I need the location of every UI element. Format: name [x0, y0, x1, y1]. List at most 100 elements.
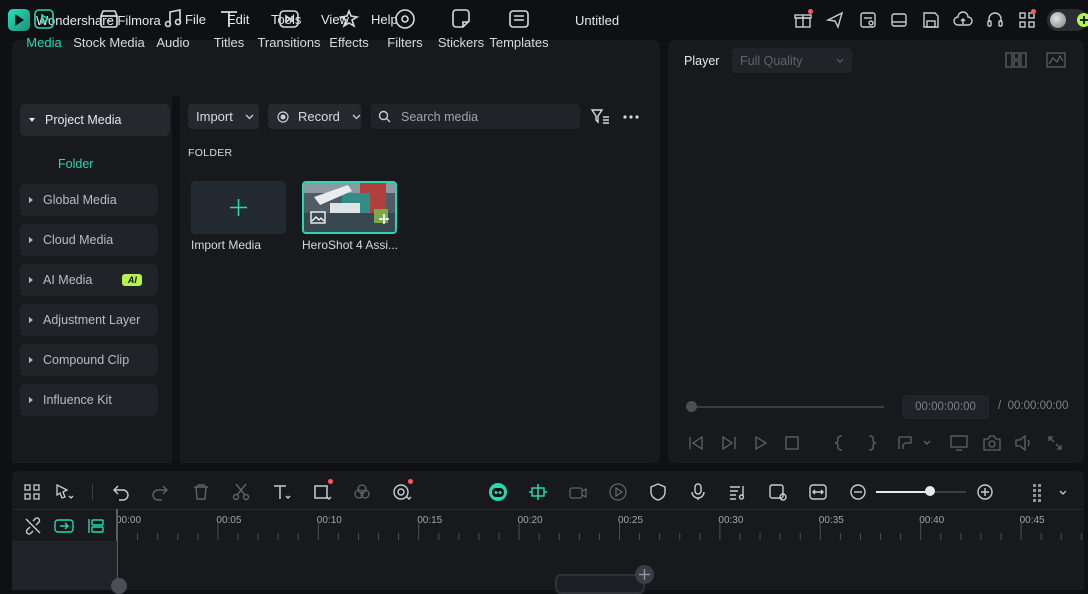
effects-sparkle-icon — [338, 8, 360, 28]
zoom-in-icon[interactable] — [975, 482, 995, 502]
audio-mixer-icon[interactable] — [728, 482, 748, 502]
tab-transitions[interactable]: Transitions — [257, 6, 321, 54]
auto-ripple-icon[interactable] — [528, 482, 548, 502]
chevron-down-icon — [245, 114, 254, 119]
chevron-down-icon — [352, 114, 361, 119]
prev-frame-icon[interactable] — [688, 436, 704, 450]
tab-stickers[interactable]: Stickers — [438, 6, 484, 54]
clip-settings-icon[interactable] — [768, 482, 788, 502]
tab-label: Effects — [329, 35, 369, 50]
record-button[interactable]: Record — [268, 104, 361, 129]
media-library-panel — [180, 96, 660, 463]
playhead-handle[interactable] — [686, 401, 697, 412]
snapshot-camera-icon[interactable] — [983, 435, 1001, 451]
current-timecode[interactable]: 00:00:00:00 — [902, 395, 989, 419]
zoom-slider-track[interactable] — [876, 491, 966, 493]
microphone-icon[interactable] — [688, 482, 708, 502]
text-tool-icon[interactable] — [272, 482, 292, 502]
tab-label: Transitions — [257, 35, 321, 50]
track-header — [12, 541, 117, 590]
more-options-icon[interactable] — [622, 110, 640, 124]
sidebar-item-project-media[interactable]: Project Media — [20, 104, 170, 136]
timeline-options-icon[interactable] — [1030, 482, 1066, 502]
zoom-out-icon[interactable] — [848, 482, 868, 502]
import-button[interactable]: Import — [188, 104, 259, 129]
sidebar-item-global-media[interactable]: Global Media — [20, 184, 158, 216]
stop-icon[interactable] — [785, 436, 799, 450]
cloud-upload-icon[interactable] — [953, 10, 973, 30]
undo-icon[interactable] — [111, 482, 131, 502]
save-icon[interactable] — [921, 10, 941, 30]
redo-icon[interactable] — [150, 482, 170, 502]
search-input[interactable] — [401, 108, 571, 125]
play-icon[interactable] — [754, 436, 768, 450]
ai-assistant-icon[interactable] — [488, 482, 508, 502]
upgrade-icon — [1077, 13, 1088, 27]
notification-dot — [808, 9, 813, 14]
waveform-scope-icon[interactable] — [1046, 52, 1066, 68]
sidebar-item-label: Cloud Media — [43, 233, 114, 247]
split-scissors-icon[interactable] — [231, 482, 251, 502]
layout-icon[interactable] — [889, 10, 909, 30]
color-match-icon[interactable] — [352, 482, 372, 502]
mark-in-icon[interactable] — [834, 435, 844, 451]
document-title: Untitled — [575, 13, 620, 28]
ruler-label: 00:00 — [116, 515, 142, 526]
unlink-icon[interactable] — [24, 517, 42, 535]
project-icon[interactable] — [858, 10, 878, 30]
sidebar-item-folder[interactable]: Folder — [58, 157, 93, 171]
clip-label: HeroShot 4 Assi... — [302, 238, 399, 252]
delete-icon[interactable] — [191, 482, 211, 502]
grid-view-icon[interactable] — [1005, 52, 1027, 68]
display-settings-icon[interactable] — [950, 435, 968, 451]
media-clip-thumbnail[interactable] — [302, 181, 397, 234]
crop-shape-icon[interactable] — [312, 482, 332, 502]
sidebar-item-label: Adjustment Layer — [43, 313, 141, 327]
chevron-right-icon — [29, 397, 33, 403]
filter-sort-icon[interactable] — [590, 108, 610, 126]
import-media-tile[interactable] — [191, 181, 286, 234]
zoom-slider-handle[interactable] — [925, 486, 935, 496]
quality-select[interactable]: Full Quality — [732, 48, 852, 73]
chevron-right-icon — [29, 357, 33, 363]
tab-filters[interactable]: Filters — [386, 6, 424, 54]
sidebar-item-ai-media[interactable]: AI Media AI — [20, 264, 158, 296]
layout-grid-icon[interactable] — [22, 482, 42, 502]
total-timecode: 00:00:00:00 — [1007, 400, 1069, 412]
send-icon[interactable] — [825, 10, 845, 30]
chevron-right-icon — [29, 237, 33, 243]
shield-mask-icon[interactable] — [648, 482, 668, 502]
sidebar-item-adjustment-layer[interactable]: Adjustment Layer — [20, 304, 158, 336]
tab-media[interactable]: Media — [26, 6, 62, 54]
sidebar-item-cloud-media[interactable]: Cloud Media — [20, 224, 158, 256]
tab-effects[interactable]: Effects — [328, 6, 370, 54]
sidebar-item-influence-kit[interactable]: Influence Kit — [20, 384, 158, 416]
sidebar-item-compound-clip[interactable]: Compound Clip — [20, 344, 158, 376]
marker-icon[interactable] — [897, 436, 931, 450]
tab-templates[interactable]: Templates — [489, 6, 549, 54]
tab-label: Filters — [387, 35, 423, 50]
add-to-timeline-icon — [379, 214, 389, 224]
chevron-down-icon — [29, 118, 35, 122]
next-frame-icon[interactable] — [721, 436, 737, 450]
add-track-icon[interactable] — [87, 518, 105, 534]
search-box — [371, 104, 580, 129]
add-clip-icon[interactable] — [635, 565, 654, 584]
select-arrow-icon[interactable] — [54, 482, 74, 502]
mark-out-icon[interactable] — [867, 435, 877, 451]
play-circle-icon[interactable] — [608, 482, 628, 502]
ai-tools-icon[interactable] — [392, 482, 412, 502]
playback-progress-track[interactable] — [686, 406, 884, 408]
record-label: Record — [298, 109, 340, 124]
account-pill[interactable] — [1047, 9, 1088, 31]
playhead-knob[interactable] — [111, 578, 127, 594]
volume-icon[interactable] — [1015, 435, 1033, 451]
tab-audio[interactable]: Audio — [155, 6, 191, 54]
fullscreen-icon[interactable] — [1048, 436, 1062, 450]
camera-track-icon[interactable] — [568, 482, 588, 502]
headset-icon[interactable] — [985, 10, 1005, 30]
fit-timeline-icon[interactable] — [808, 482, 828, 502]
link-track-icon[interactable] — [54, 518, 74, 534]
tab-stock-media[interactable]: Stock Media — [73, 6, 145, 54]
tab-titles[interactable]: Titles — [211, 6, 247, 54]
